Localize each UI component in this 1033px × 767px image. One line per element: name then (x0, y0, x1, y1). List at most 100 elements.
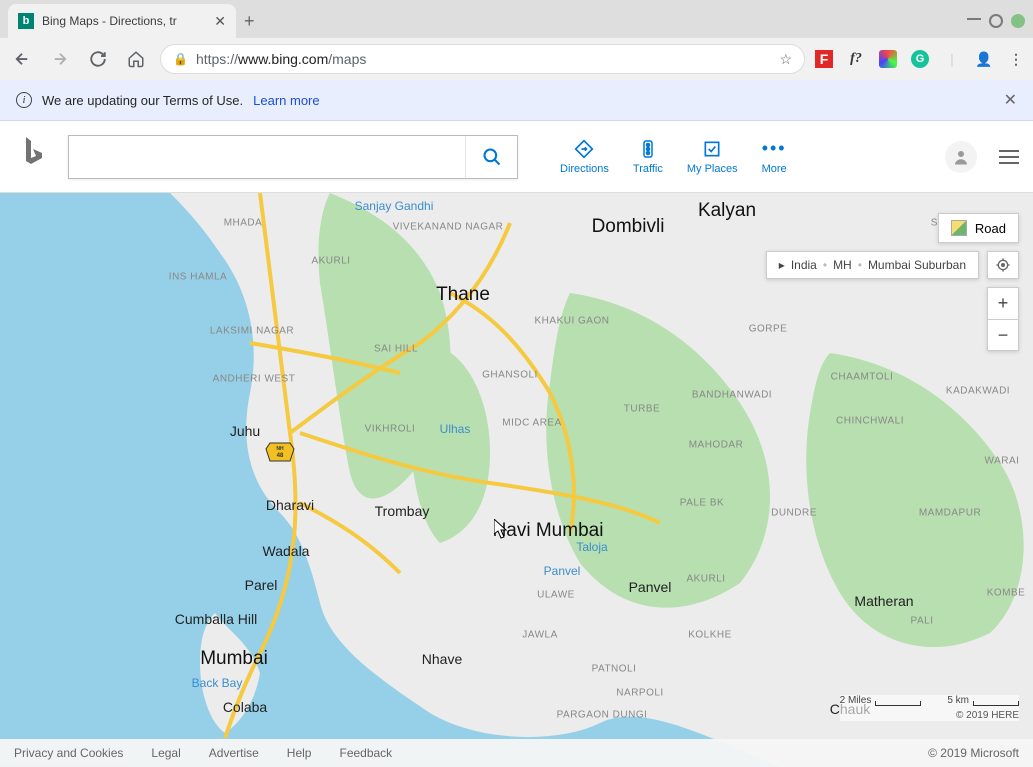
tab-title: Bing Maps - Directions, tr (42, 14, 206, 28)
window-controls (967, 14, 1025, 38)
footer-privacy-link[interactable]: Privacy and Cookies (14, 746, 123, 760)
map-canvas[interactable]: NH 48 MumbaiNavi MumbaiThaneKalyanDombiv… (0, 193, 1033, 767)
profile-avatar-icon[interactable]: 👤 (975, 50, 993, 68)
footer-legal-link[interactable]: Legal (151, 746, 180, 760)
map-label: DUNDRE (771, 508, 817, 519)
banner-close-icon[interactable]: ✕ (1004, 90, 1017, 110)
info-banner: i We are updating our Terms of Use. Lear… (0, 80, 1033, 121)
toolbar-myplaces[interactable]: My Places (679, 135, 746, 179)
map-label: Nhave (422, 651, 462, 667)
breadcrumb-arrow-icon: ▸ (779, 258, 785, 272)
map-label: KHAKUI GAON (535, 316, 610, 327)
map-label: JAWLA (522, 630, 557, 641)
map-label: Wadala (263, 543, 310, 559)
new-tab-button[interactable]: + (244, 11, 255, 38)
reload-button[interactable] (84, 45, 112, 73)
map-label: VIKHROLI (365, 424, 416, 435)
map-label: MAMDAPUR (919, 508, 981, 519)
map-label: MIDC AREA (502, 418, 562, 429)
info-icon: i (16, 92, 32, 108)
map-label: Trombay (375, 503, 430, 519)
hamburger-menu[interactable] (999, 150, 1019, 164)
map-label: Colaba (223, 699, 267, 715)
map-label: TURBE (624, 404, 660, 415)
bookmark-star-icon[interactable]: ☆ (779, 51, 792, 68)
home-button[interactable] (122, 45, 150, 73)
back-button[interactable] (8, 45, 36, 73)
zoom-out-button[interactable]: − (987, 319, 1019, 351)
map-label: Mumbai (200, 648, 268, 670)
profile-button[interactable] (945, 141, 977, 173)
minimize-icon[interactable] (967, 14, 981, 20)
map-label: LAKSIMI NAGAR (210, 326, 294, 337)
font-ext-icon[interactable]: f? (847, 50, 865, 68)
map-label: Parel (245, 577, 278, 593)
maximize-icon[interactable] (989, 14, 1003, 28)
search-button[interactable] (465, 136, 517, 178)
zoom-in-button[interactable]: + (987, 287, 1019, 319)
map-label: KOLKHE (688, 630, 732, 641)
locate-me-button[interactable] (987, 251, 1019, 279)
map-attribution: 2 Miles 5 km © 2019 HERE (840, 695, 1019, 721)
color-ext-icon[interactable] (879, 50, 897, 68)
toolbar-directions[interactable]: Directions (552, 135, 617, 179)
bing-logo-icon[interactable] (20, 135, 48, 179)
traffic-icon (638, 139, 658, 159)
map-label: NARPOLI (616, 688, 663, 699)
map-label: Thane (436, 284, 490, 306)
footer-advertise-link[interactable]: Advertise (209, 746, 259, 760)
banner-learn-more-link[interactable]: Learn more (253, 93, 319, 108)
map-label: Ulhas (440, 422, 471, 436)
browser-menu-icon[interactable]: ⋮ (1007, 50, 1025, 68)
grammarly-ext-icon[interactable]: G (911, 50, 929, 68)
map-label: Dombivli (592, 216, 665, 238)
map-label: Back Bay (192, 676, 243, 690)
map-label: AKURLI (311, 256, 350, 267)
footer-feedback-link[interactable]: Feedback (339, 746, 392, 760)
footer-copyright: © 2019 Microsoft (928, 746, 1019, 760)
close-tab-icon[interactable]: ✕ (214, 13, 226, 30)
tab-bar: b Bing Maps - Directions, tr ✕ + (0, 0, 1033, 38)
toolbar-traffic[interactable]: Traffic (625, 135, 671, 179)
close-window-icon[interactable] (1011, 14, 1025, 28)
zoom-controls: + − (987, 287, 1019, 351)
browser-tab[interactable]: b Bing Maps - Directions, tr ✕ (8, 4, 236, 38)
map-label: BANDHANWADI (692, 390, 772, 401)
map-label: Panvel (629, 579, 672, 595)
map-label: ULAWE (537, 590, 575, 601)
forward-button[interactable] (46, 45, 74, 73)
directions-icon (574, 139, 594, 159)
map-label: AKURLI (686, 574, 725, 585)
map-label: Juhu (230, 423, 260, 439)
map-label: KOMBE (987, 588, 1026, 599)
map-label: MAHODAR (689, 440, 744, 451)
search-input[interactable] (69, 136, 465, 178)
header-right (945, 141, 1019, 173)
map-label: CHAAMTOLI (831, 372, 894, 383)
map-label: Navi Mumbai (493, 520, 604, 542)
map-label: Cumballa Hill (175, 611, 257, 627)
map-label: MHADA (224, 218, 263, 229)
map-style-button[interactable]: Road (938, 213, 1019, 243)
url-input[interactable]: 🔒 https://www.bing.com/maps ☆ (160, 44, 805, 74)
url-text: https://www.bing.com/maps (196, 51, 366, 67)
map-label: Panvel (544, 564, 581, 578)
map-label: VIVEKANAND NAGAR (393, 222, 504, 233)
toolbar-more[interactable]: ••• More (754, 135, 795, 179)
extension-icons: F f? G | 👤 ⋮ (815, 50, 1025, 68)
map-label: Kalyan (698, 200, 756, 222)
map-label: PALI (911, 616, 934, 627)
bing-header: Directions Traffic My Places ••• More (0, 121, 1033, 193)
scale-miles: 2 Miles (840, 695, 922, 706)
map-label: Matheran (854, 593, 913, 609)
data-attribution: © 2019 HERE (840, 710, 1019, 721)
map-label: Taloja (576, 540, 607, 554)
map-label: ANDHERI WEST (213, 374, 296, 385)
map-label: CHINCHWALI (836, 416, 904, 427)
location-breadcrumb[interactable]: ▸ India • MH • Mumbai Suburban (766, 251, 979, 279)
map-controls-top-right: Road ▸ India • MH • Mumbai Suburban + − (766, 213, 1019, 351)
flipboard-ext-icon[interactable]: F (815, 50, 833, 68)
footer-help-link[interactable]: Help (287, 746, 312, 760)
scale-km: 5 km (947, 695, 1019, 706)
more-icon: ••• (764, 139, 784, 159)
